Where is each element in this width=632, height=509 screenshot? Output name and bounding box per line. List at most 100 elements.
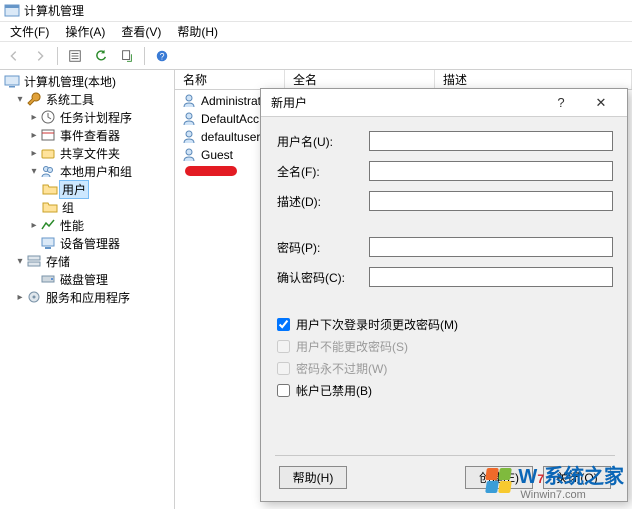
tree-root[interactable]: 计算机管理(本地) [0,72,174,90]
help-button[interactable]: ? [150,45,174,67]
help-icon[interactable]: ? [541,90,581,116]
tree-label: 任务计划程序 [58,109,134,126]
tree-label: 磁盘管理 [58,271,110,288]
tree-label: 性能 [58,217,86,234]
check-account-disabled[interactable]: 帐户已禁用(B) [277,379,613,401]
clock-icon [40,109,56,125]
collapse-icon[interactable]: ▾ [14,256,26,267]
properties-button[interactable] [63,45,87,67]
help-button[interactable]: 帮助(H) [279,466,347,489]
tree-task-scheduler[interactable]: ▸ 任务计划程序 [0,108,174,126]
folder-icon [42,199,58,215]
refresh-button[interactable] [89,45,113,67]
must-change-checkbox[interactable] [277,318,290,331]
user-icon [181,93,197,109]
collapse-icon[interactable]: ▾ [14,94,26,105]
field-password: 密码(P): [277,237,613,257]
tree-shared-folders[interactable]: ▸ 共享文件夹 [0,144,174,162]
tree-storage[interactable]: ▾ 存储 [0,252,174,270]
tree-event-viewer[interactable]: ▸ 事件查看器 [0,126,174,144]
nav-forward-button[interactable] [28,45,52,67]
tree-system-tools[interactable]: ▾ 系统工具 [0,90,174,108]
close-icon[interactable]: ✕ [581,90,621,116]
menu-file[interactable]: 文件(F) [4,21,55,42]
tree-label: 事件查看器 [58,127,122,144]
tree-users[interactable]: 用户 [0,180,174,198]
close-button[interactable]: 关闭(O) [543,466,611,489]
field-confirm-password: 确认密码(C): [277,267,613,287]
col-name[interactable]: 名称 [175,70,285,89]
field-description: 描述(D): [277,191,613,211]
must-change-label: 用户下次登录时须更改密码(M) [296,316,458,333]
expand-icon[interactable]: ▸ [28,148,40,159]
menu-view[interactable]: 查看(V) [115,21,167,42]
menu-action[interactable]: 操作(A) [59,21,111,42]
create-button[interactable]: 创建(E) [465,466,533,489]
user-icon [181,147,197,163]
expand-icon[interactable]: ▸ [28,130,40,141]
cannot-change-checkbox [277,340,290,353]
tree-disk-mgmt[interactable]: 磁盘管理 [0,270,174,288]
expand-icon[interactable]: ▸ [28,112,40,123]
dialog-button-row: 帮助(H) 创建(E) 关闭(O) [277,466,613,495]
description-input[interactable] [369,191,613,211]
expand-icon[interactable]: ▸ [28,220,40,231]
col-fullname[interactable]: 全名 [285,70,435,89]
window-titlebar: 计算机管理 [0,0,632,22]
account-disabled-checkbox[interactable] [277,384,290,397]
check-never-expires: 密码永不过期(W) [277,357,613,379]
never-expires-checkbox [277,362,290,375]
tree-local-users[interactable]: ▾ 本地用户和组 [0,162,174,180]
expand-icon[interactable]: ▸ [14,292,26,303]
tree-label: 系统工具 [44,91,96,108]
username-label: 用户名(U): [277,133,369,150]
password-label: 密码(P): [277,239,369,256]
wrench-icon [26,91,42,107]
tree-label: 设备管理器 [58,235,122,252]
tree-performance[interactable]: ▸ 性能 [0,216,174,234]
confirm-password-input[interactable] [369,267,613,287]
app-icon [4,3,20,19]
computer-icon [4,73,20,89]
export-button[interactable] [115,45,139,67]
password-input[interactable] [369,237,613,257]
user-icon [181,111,197,127]
field-username: 用户名(U): [277,131,613,151]
nav-tree[interactable]: 计算机管理(本地) ▾ 系统工具 ▸ 任务计划程序 ▸ 事件查看器 ▸ 共享文件… [0,70,175,509]
users-icon [40,163,56,179]
dialog-body: 用户名(U): 全名(F): 描述(D): 密码(P): 确认密码(C): 用户… [261,117,627,501]
dialog-separator [275,455,615,456]
confirm-password-label: 确认密码(C): [277,269,369,286]
fullname-label: 全名(F): [277,163,369,180]
tree-label: 计算机管理(本地) [22,73,118,90]
disk-icon [40,271,56,287]
share-icon [40,145,56,161]
tree-services-apps[interactable]: ▸ 服务和应用程序 [0,288,174,306]
toolbar: ? [0,42,632,70]
list-item-name: defaultuser0 [201,130,267,144]
dialog-titlebar[interactable]: 新用户 ? ✕ [261,89,627,117]
menu-help[interactable]: 帮助(H) [171,21,224,42]
list-item-name: DefaultAcc... [201,112,269,126]
col-desc[interactable]: 描述 [435,70,632,89]
fullname-input[interactable] [369,161,613,181]
svg-text:?: ? [160,51,165,61]
check-cannot-change: 用户不能更改密码(S) [277,335,613,357]
tree-label: 存储 [44,253,72,270]
storage-icon [26,253,42,269]
window-title: 计算机管理 [24,2,84,19]
new-user-dialog: 新用户 ? ✕ 用户名(U): 全名(F): 描述(D): 密码(P): 确认密… [260,88,628,502]
nav-back-button[interactable] [2,45,26,67]
tree-device-manager[interactable]: 设备管理器 [0,234,174,252]
tree-groups[interactable]: 组 [0,198,174,216]
check-must-change[interactable]: 用户下次登录时须更改密码(M) [277,313,613,335]
cannot-change-label: 用户不能更改密码(S) [296,338,408,355]
annotation-redaction [185,166,237,176]
dialog-title: 新用户 [271,94,307,111]
never-expires-label: 密码永不过期(W) [296,360,387,377]
collapse-icon[interactable]: ▾ [28,166,40,177]
user-icon [181,129,197,145]
tree-label: 本地用户和组 [58,163,134,180]
list-item-name: Guest [201,148,233,162]
username-input[interactable] [369,131,613,151]
